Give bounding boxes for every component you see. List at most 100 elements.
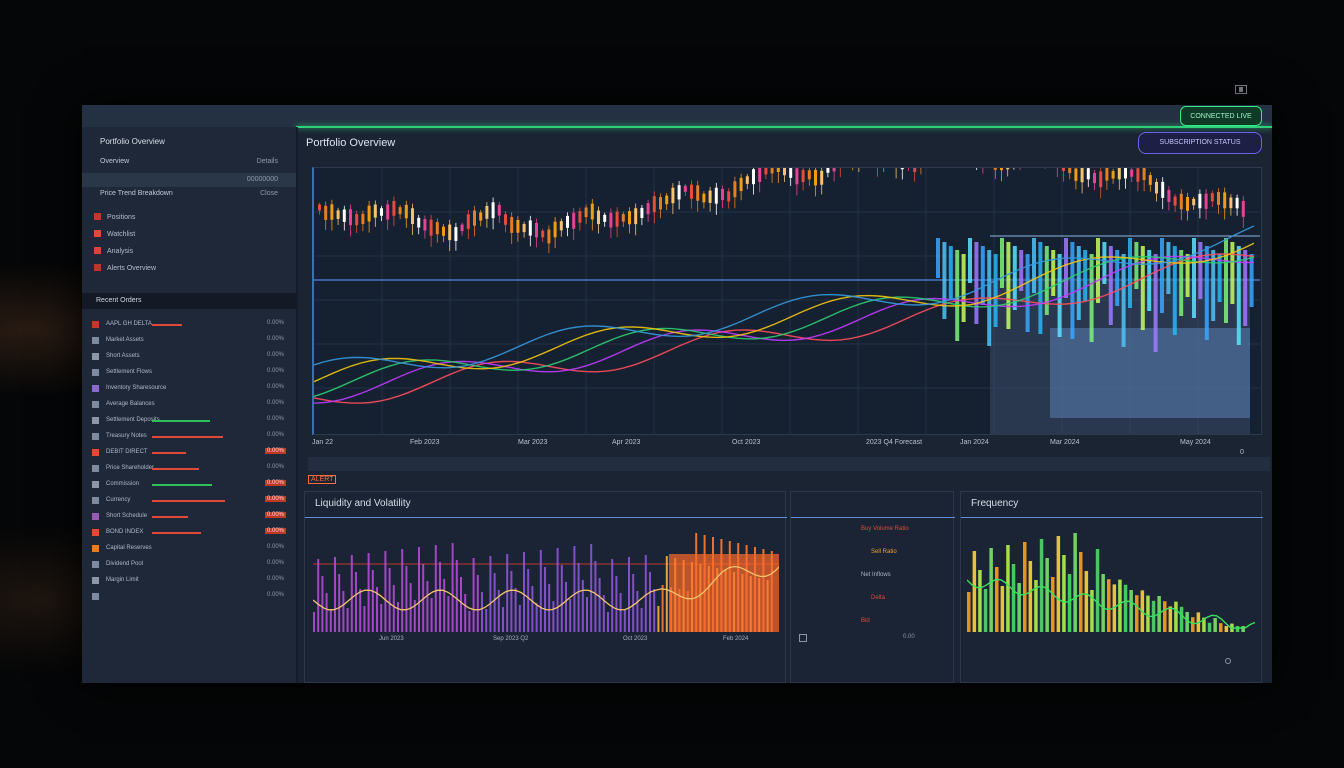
- candle-body: [1186, 196, 1189, 211]
- sidebar-row[interactable]: 00000000: [82, 173, 296, 187]
- menu-item-analysis[interactable]: Analysis: [94, 247, 133, 255]
- frequency-bar: [1067, 574, 1072, 632]
- list-item[interactable]: Settlement Flows 0.00%: [92, 367, 286, 379]
- volatility-bar: [502, 607, 504, 632]
- volatility-bar: [359, 589, 362, 632]
- x-tick-label: Apr 2023: [612, 439, 641, 446]
- menu-label: Alerts Overview: [107, 265, 157, 272]
- list-item-label: AAPL GH DELTA: [106, 321, 152, 327]
- candle-body: [473, 210, 476, 226]
- list-item-value: 0.00%: [264, 480, 286, 486]
- candle-body: [993, 156, 997, 170]
- list-item[interactable]: BOND INDEX 0.00%: [92, 527, 286, 539]
- volume-bar: [961, 254, 966, 322]
- sidebar-row[interactable]: Overview Details: [82, 155, 296, 169]
- list-item[interactable]: Currency 0.00%: [92, 495, 286, 507]
- list-item[interactable]: AAPL GH DELTA 0.00%: [92, 319, 286, 331]
- candle-body: [696, 185, 700, 201]
- candle-body: [702, 193, 706, 203]
- volume-bar: [974, 242, 979, 324]
- sidebar-row[interactable]: Price Trend Breakdown Close: [82, 187, 296, 201]
- list-item[interactable]: DEBIT DIRECT 0.00%: [92, 447, 286, 459]
- menu-item-positions[interactable]: Positions: [94, 213, 135, 221]
- volume-bar: [936, 238, 940, 278]
- volume-bar: [1070, 242, 1075, 339]
- x-tick-label: 2023 Q4 Forecast: [866, 439, 923, 446]
- volume-bar: [1083, 250, 1088, 301]
- candle-body: [386, 204, 390, 220]
- volatility-bar: [552, 601, 555, 632]
- frequency-chart[interactable]: [967, 520, 1257, 632]
- volatility-bar: [590, 544, 593, 632]
- price-chart[interactable]: [312, 124, 1262, 435]
- list-item[interactable]: Short Assets 0.00%: [92, 351, 286, 363]
- candle-body: [621, 214, 625, 222]
- volatility-bar: [405, 566, 408, 632]
- list-item[interactable]: Commission 0.00%: [92, 479, 286, 491]
- panel-footer-label: 0.00: [903, 634, 915, 640]
- candle-body: [516, 219, 520, 233]
- volatility-bar: [493, 573, 496, 632]
- alert-icon: [94, 264, 101, 271]
- list-item-bar: [152, 516, 188, 518]
- candle-body: [367, 205, 371, 222]
- list-item-bar: [152, 532, 201, 534]
- list-item-bar: [152, 452, 186, 454]
- candle-body: [1099, 171, 1103, 188]
- candle-body: [820, 170, 824, 185]
- list-item-value: 0.00%: [264, 496, 286, 502]
- x-tick-label: Sep 2023 Q2: [493, 636, 529, 642]
- frequency-panel: Frequency: [960, 491, 1263, 683]
- volatility-bar: [565, 582, 567, 632]
- list-item[interactable]: Settlement Deposits 0.00%: [92, 415, 286, 427]
- dashboard-window: CONNECTED LIVE SUBSCRIPTION STATUS Portf…: [82, 105, 1272, 683]
- list-item[interactable]: Average Balances 0.00%: [92, 399, 286, 411]
- candle-body: [690, 184, 693, 199]
- list-item[interactable]: Margin Limit 0.00%: [92, 575, 286, 587]
- list-item-label: Treasury Notes: [106, 433, 147, 439]
- candle-body: [423, 218, 427, 231]
- list-item[interactable]: Dividend Pool 0.00%: [92, 559, 286, 571]
- candle-body: [454, 227, 458, 241]
- list-item-label: Margin Limit: [106, 577, 139, 583]
- scroll-strip[interactable]: [308, 457, 1270, 471]
- volatility-bar: [472, 558, 475, 632]
- alert-badge: ALERT: [308, 475, 337, 484]
- list-item[interactable]: Capital Reserves 0.00%: [92, 543, 286, 555]
- volatility-bar: [619, 593, 622, 632]
- candle-body: [1000, 154, 1003, 171]
- row-icon: [92, 545, 99, 552]
- list-item[interactable]: Inventory Sharesource 0.00%: [92, 383, 286, 395]
- main-chart-area: Portfolio Overview Jan 22 Feb 2023 Mar 202…: [300, 124, 1272, 477]
- volatility-chart[interactable]: [313, 520, 779, 632]
- list-item[interactable]: Short Schedule 0.00%: [92, 511, 286, 523]
- volume-bar: [1115, 250, 1120, 306]
- volatility-bar: [350, 555, 353, 632]
- list-item[interactable]: Market Assets 0.00%: [92, 335, 286, 347]
- info-icon[interactable]: [1225, 658, 1231, 664]
- volatility-bar: [434, 545, 437, 632]
- window-icon[interactable]: [1235, 85, 1247, 94]
- menu-item-watchlist[interactable]: Watchlist: [94, 230, 135, 238]
- connected-button[interactable]: CONNECTED LIVE: [1180, 106, 1262, 126]
- frequency-bar: [1039, 539, 1044, 632]
- candle-body: [752, 169, 755, 185]
- candle-body: [510, 216, 514, 233]
- list-item-bar: [152, 500, 225, 502]
- list-item-value: 0.00%: [264, 448, 286, 454]
- volatility-bar: [481, 592, 483, 632]
- settings-icon[interactable]: [799, 634, 807, 642]
- frequency-bar: [1079, 552, 1083, 632]
- volatility-bar: [334, 557, 336, 632]
- x-tick-label: Jan 2024: [960, 439, 989, 446]
- candle-body: [758, 167, 762, 183]
- list-item[interactable]: Price Shareholder 0.00%: [92, 463, 286, 475]
- list-item[interactable]: Treasury Notes 0.00%: [92, 431, 286, 443]
- menu-item-alerts[interactable]: Alerts Overview: [94, 264, 156, 272]
- frequency-bar: [1017, 583, 1021, 632]
- list-item[interactable]: 0.00%: [92, 591, 286, 603]
- volatility-bar: [380, 604, 383, 632]
- candle-body: [659, 197, 662, 210]
- candle-body: [355, 214, 359, 226]
- frequency-bar: [1129, 590, 1133, 632]
